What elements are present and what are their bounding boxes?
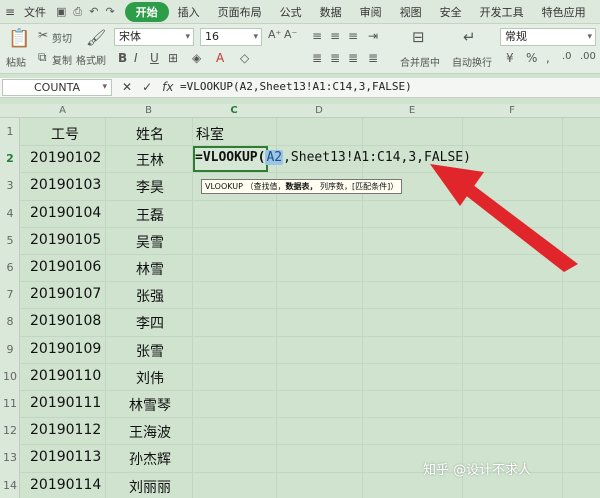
annotation-arrow	[430, 164, 578, 272]
watermark: 知乎 @设计不求人	[423, 463, 532, 478]
